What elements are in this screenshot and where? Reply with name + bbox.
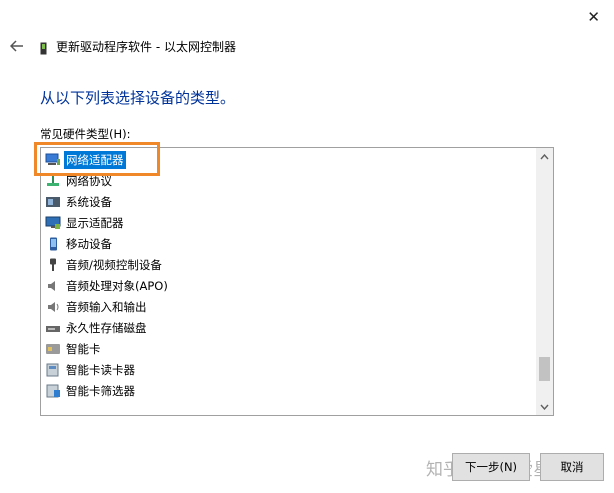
list-item[interactable]: 显示适配器	[45, 214, 126, 232]
selection-annotation-box	[34, 142, 160, 176]
list-item-label: 永久性存储磁盘	[66, 321, 147, 335]
scroll-up-arrow-icon[interactable]	[536, 148, 553, 165]
cancel-button[interactable]: 取消	[540, 453, 604, 481]
list-item[interactable]: 移动设备	[45, 235, 114, 253]
scrollbar-thumb[interactable]	[539, 357, 550, 382]
back-arrow-icon[interactable]	[10, 39, 24, 53]
list-item[interactable]: 智能卡筛选器	[45, 382, 137, 400]
next-button[interactable]: 下一步(N)	[452, 453, 530, 481]
storage-disk-icon	[45, 320, 61, 336]
page-heading: 从以下列表选择设备的类型。	[40, 89, 236, 107]
list-item-label: 移动设备	[66, 237, 112, 251]
vertical-scrollbar[interactable]	[536, 148, 553, 415]
smart-card-reader-icon	[45, 362, 61, 378]
list-item-label: 音频输入和输出	[66, 300, 147, 314]
list-item[interactable]: 音频处理对象(APO)	[45, 277, 170, 295]
list-item[interactable]: 音频输入和输出	[45, 298, 149, 316]
speaker-icon	[45, 299, 61, 315]
list-item-label: 智能卡读卡器	[66, 363, 135, 377]
list-item[interactable]: 系统设备	[45, 193, 114, 211]
list-item[interactable]: 智能卡读卡器	[45, 361, 137, 379]
list-item-label: 显示适配器	[66, 216, 124, 230]
list-item[interactable]: 音频/视频控制设备	[45, 256, 164, 274]
smart-card-filter-icon	[45, 383, 61, 399]
list-item-label: 音频处理对象(APO)	[66, 279, 168, 293]
list-item-label: 系统设备	[66, 195, 112, 209]
device-icon	[40, 40, 47, 54]
list-item-label: 智能卡筛选器	[66, 384, 135, 398]
audio-video-controller-icon	[45, 257, 61, 273]
title-bar: 更新驱动程序软件 - 以太网控制器	[10, 36, 236, 56]
audio-processing-icon	[45, 278, 61, 294]
list-item-label: 音频/视频控制设备	[66, 258, 162, 272]
close-button[interactable]: ✕	[587, 8, 600, 26]
hardware-type-list[interactable]: 网络适配器 网络协议 系统设备 显示适配器 移动设备 音频/视频控制设备 音频处理对象(AP…	[40, 147, 554, 416]
window-title: 更新驱动程序软件 - 以太网控制器	[56, 39, 236, 54]
system-device-icon	[45, 194, 61, 210]
list-item[interactable]: 永久性存储磁盘	[45, 319, 149, 337]
list-item-label: 智能卡	[66, 342, 101, 356]
hardware-type-label: 常见硬件类型(H):	[40, 127, 131, 141]
display-adapter-icon	[45, 215, 61, 231]
smart-card-icon	[45, 341, 61, 357]
list-item[interactable]: 智能卡	[45, 340, 103, 358]
mobile-device-icon	[45, 236, 61, 252]
scroll-down-arrow-icon[interactable]	[536, 398, 553, 415]
